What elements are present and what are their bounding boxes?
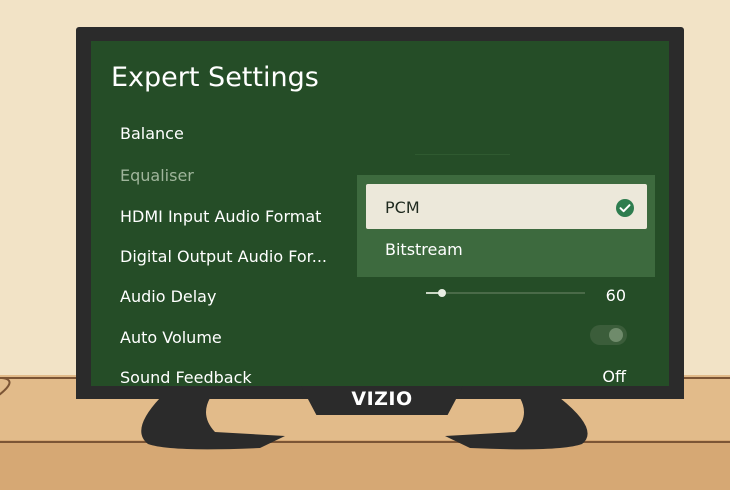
audio-delay-slider-knob[interactable] bbox=[437, 289, 446, 297]
page-title: Expert Settings bbox=[111, 62, 319, 93]
menu-item-auto-volume[interactable]: Auto Volume bbox=[120, 328, 222, 347]
menu-item-balance[interactable]: Balance bbox=[120, 124, 184, 143]
menu-item-hdmi-input-audio-format[interactable]: HDMI Input Audio Format bbox=[120, 207, 321, 226]
auto-volume-toggle-knob bbox=[609, 328, 623, 342]
sound-feedback-value: Off bbox=[602, 367, 626, 386]
menu-item-equaliser[interactable]: Equaliser bbox=[120, 166, 194, 185]
scene: VIZIO Expert Settings Balance Equaliser … bbox=[0, 0, 730, 490]
menu-item-audio-delay[interactable]: Audio Delay bbox=[120, 287, 216, 306]
brand-logo: VIZIO bbox=[351, 388, 413, 410]
dropdown-option-bitstream[interactable]: Bitstream bbox=[385, 240, 463, 259]
divider bbox=[415, 154, 510, 155]
audio-delay-value: 60 bbox=[605, 286, 626, 305]
menu-item-digital-output-audio-format[interactable]: Digital Output Audio For... bbox=[120, 247, 327, 266]
check-icon bbox=[616, 199, 634, 217]
dropdown-option-label: PCM bbox=[385, 198, 420, 217]
menu-item-sound-feedback[interactable]: Sound Feedback bbox=[120, 368, 252, 387]
audio-delay-slider-track[interactable] bbox=[426, 292, 585, 294]
